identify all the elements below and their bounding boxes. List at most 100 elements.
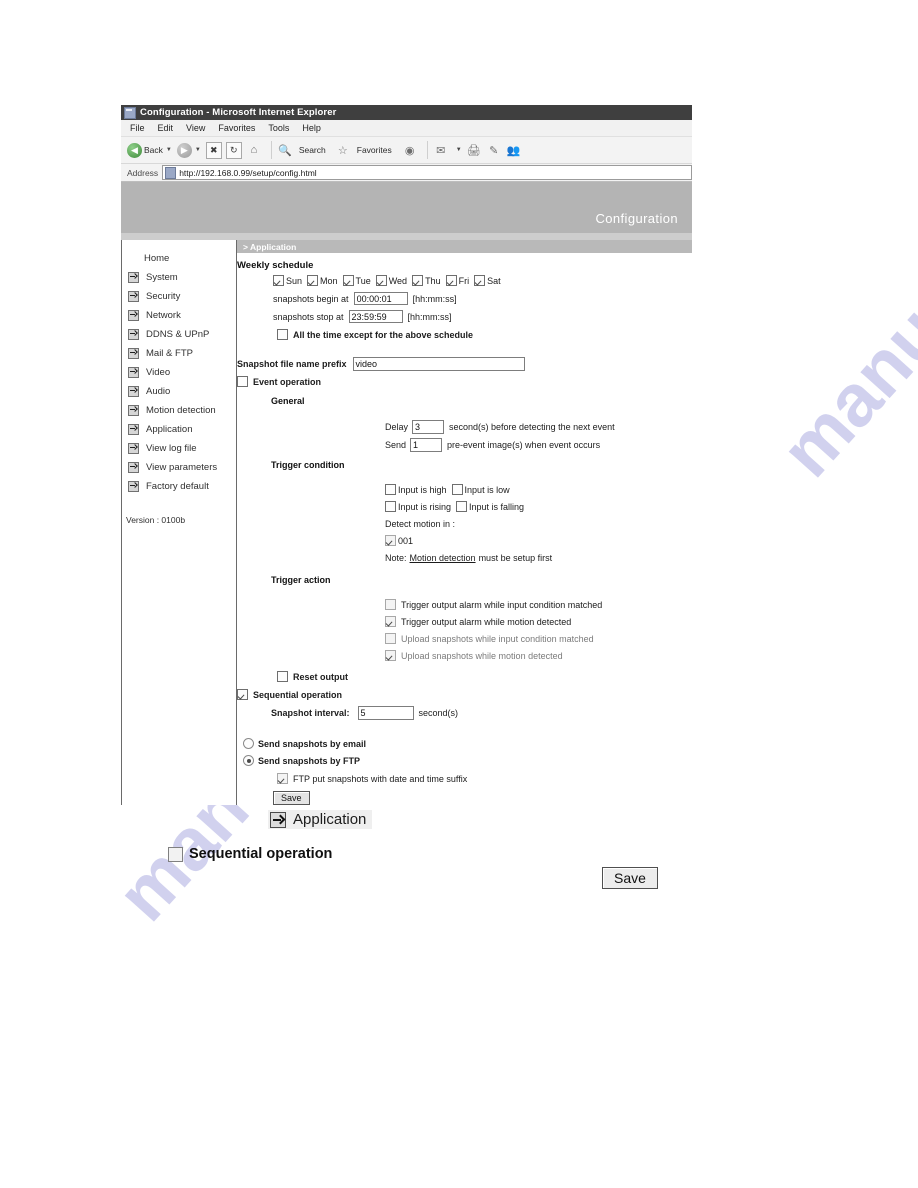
prefix-input[interactable]: video	[352, 356, 525, 371]
motion-window-row[interactable]: 001	[237, 533, 692, 548]
favorites-button[interactable]: ☆ Favorites	[335, 143, 392, 158]
home-icon[interactable]: ⌂	[246, 143, 262, 158]
day-tue[interactable]: Tue	[342, 275, 371, 286]
checkbox-icon[interactable]	[385, 650, 396, 661]
sidebar-item-system[interactable]: System	[122, 268, 236, 287]
chevron-down-icon-forward[interactable]: ▼	[195, 147, 201, 153]
messenger-icon[interactable]: 👥	[506, 143, 522, 158]
checkbox-icon[interactable]	[385, 535, 396, 546]
callout-save-button[interactable]: Save	[602, 867, 658, 889]
trigger-action-item-4[interactable]: Upload snapshots while motion detected	[237, 648, 692, 663]
checkbox-icon[interactable]	[385, 616, 396, 627]
checkbox-icon[interactable]	[237, 376, 248, 387]
weekly-schedule-title: Weekly schedule	[237, 260, 314, 271]
print-icon[interactable]: 🖨	[466, 143, 482, 158]
checkbox-icon[interactable]	[385, 484, 396, 495]
ftp-suffix-row[interactable]: FTP put snapshots with date and time suf…	[237, 771, 692, 786]
sidebar-item-view-parameters[interactable]: View parameters	[122, 458, 236, 477]
day-sun[interactable]: Sun	[273, 275, 302, 286]
chevron-down-icon[interactable]: ▼	[166, 147, 172, 153]
delay-input[interactable]: 3	[412, 419, 445, 434]
checkbox-icon[interactable]	[342, 275, 354, 286]
sidebar-item-factory-default[interactable]: Factory default	[122, 477, 236, 496]
sidebar: Home System Security Network DDNS & UPnP	[122, 240, 237, 805]
sidebar-item-network[interactable]: Network	[122, 306, 236, 325]
checkbox-icon[interactable]	[451, 484, 463, 495]
trigger-input-is-falling[interactable]: Input is falling	[456, 501, 524, 512]
address-input[interactable]: http://192.168.0.99/setup/config.html	[162, 165, 692, 180]
sidebar-item-ddns-upnp[interactable]: DDNS & UPnP	[122, 325, 236, 344]
save-button[interactable]: Save	[273, 790, 310, 805]
checkbox-icon[interactable]	[456, 501, 468, 512]
snapshots-begin-input[interactable]: 00:00:01	[353, 292, 408, 305]
event-operation-row[interactable]: Event operation	[237, 374, 692, 389]
radio-icon[interactable]	[243, 755, 254, 766]
trigger-action-item-1[interactable]: Trigger output alarm while input conditi…	[237, 597, 692, 612]
radio-icon[interactable]	[243, 738, 254, 749]
day-label: Sat	[487, 275, 501, 286]
sidebar-item-home[interactable]: Home	[122, 249, 236, 268]
trigger-action-item-2[interactable]: Trigger output alarm while motion detect…	[237, 614, 692, 629]
trigger-input-is-rising[interactable]: Input is rising	[385, 501, 451, 512]
trigger-action-item-3[interactable]: Upload snapshots while input condition m…	[237, 631, 692, 646]
day-mon[interactable]: Mon	[307, 275, 338, 286]
menu-item-view[interactable]: View	[186, 123, 205, 133]
checkbox-icon[interactable]	[385, 599, 396, 610]
checkbox-icon[interactable]	[273, 275, 284, 286]
trigger-input-is-low[interactable]: Input is low	[451, 484, 510, 495]
checkbox-icon[interactable]	[277, 671, 288, 682]
arrow-right-icon	[270, 811, 286, 828]
checkbox-icon[interactable]	[237, 689, 248, 700]
send-by-ftp-row[interactable]: Send snapshots by FTP	[237, 753, 692, 768]
media-icon[interactable]: ◉	[402, 143, 418, 158]
search-button[interactable]: 🔍 Search	[277, 143, 326, 158]
all-time-row[interactable]: All the time except for the above schedu…	[237, 327, 692, 342]
checkbox-icon[interactable]	[277, 329, 288, 340]
sidebar-item-label: Network	[146, 310, 181, 321]
mail-icon[interactable]: ✉	[433, 143, 449, 158]
checkbox-icon[interactable]	[277, 773, 288, 784]
menu-item-favorites[interactable]: Favorites	[218, 123, 255, 133]
menu-item-tools[interactable]: Tools	[268, 123, 289, 133]
menu-item-edit[interactable]: Edit	[158, 123, 174, 133]
sidebar-item-video[interactable]: Video	[122, 363, 236, 382]
motion-detection-link[interactable]: Motion detection	[410, 553, 476, 563]
back-button[interactable]: ◀ Back ▼	[127, 142, 172, 158]
sidebar-item-application[interactable]: Application	[122, 420, 236, 439]
sidebar-item-audio[interactable]: Audio	[122, 382, 236, 401]
sidebar-item-security[interactable]: Security	[122, 287, 236, 306]
checkbox-icon[interactable]	[474, 275, 486, 286]
snapshot-interval-input[interactable]: 5	[357, 705, 414, 720]
sidebar-item-mail-ftp[interactable]: Mail & FTP	[122, 344, 236, 363]
reset-output-row[interactable]: Reset output	[237, 669, 692, 684]
menu-item-help[interactable]: Help	[302, 123, 321, 133]
note-suffix: must be setup first	[478, 552, 553, 563]
checkbox-icon[interactable]	[307, 275, 319, 286]
trigger-input-is-high[interactable]: Input is high	[385, 484, 447, 495]
menu-item-file[interactable]: File	[130, 123, 145, 133]
checkbox-icon[interactable]	[375, 275, 387, 286]
day-wed[interactable]: Wed	[375, 275, 407, 286]
day-thu[interactable]: Thu	[412, 275, 441, 286]
edit-icon[interactable]: ✎	[486, 143, 502, 158]
checkbox-icon[interactable]	[445, 275, 457, 286]
send-input[interactable]: 1	[410, 437, 443, 452]
snapshots-stop-input[interactable]: 23:59:59	[348, 310, 403, 323]
checkbox-icon[interactable]	[168, 846, 183, 862]
checkbox-icon[interactable]	[385, 501, 396, 512]
day-sat[interactable]: Sat	[474, 275, 501, 286]
chevron-down-icon-mail[interactable]: ▼	[456, 147, 462, 153]
checkbox-icon[interactable]	[385, 633, 396, 644]
favorites-icon: ☆	[337, 144, 348, 157]
day-fri[interactable]: Fri	[445, 275, 469, 286]
delay-prefix-label: Delay	[385, 421, 409, 432]
forward-button[interactable]: ▶ ▼	[176, 142, 201, 158]
sequential-operation-row[interactable]: Sequential operation	[237, 687, 692, 702]
checkbox-icon[interactable]	[412, 275, 424, 286]
sidebar-item-motion-detection[interactable]: Motion detection	[122, 401, 236, 420]
refresh-icon[interactable]: ↻	[225, 141, 242, 159]
sidebar-item-label: DDNS & UPnP	[146, 329, 210, 340]
send-by-email-row[interactable]: Send snapshots by email	[237, 736, 692, 751]
stop-icon[interactable]: ✖	[205, 141, 222, 159]
sidebar-item-view-log-file[interactable]: View log file	[122, 439, 236, 458]
